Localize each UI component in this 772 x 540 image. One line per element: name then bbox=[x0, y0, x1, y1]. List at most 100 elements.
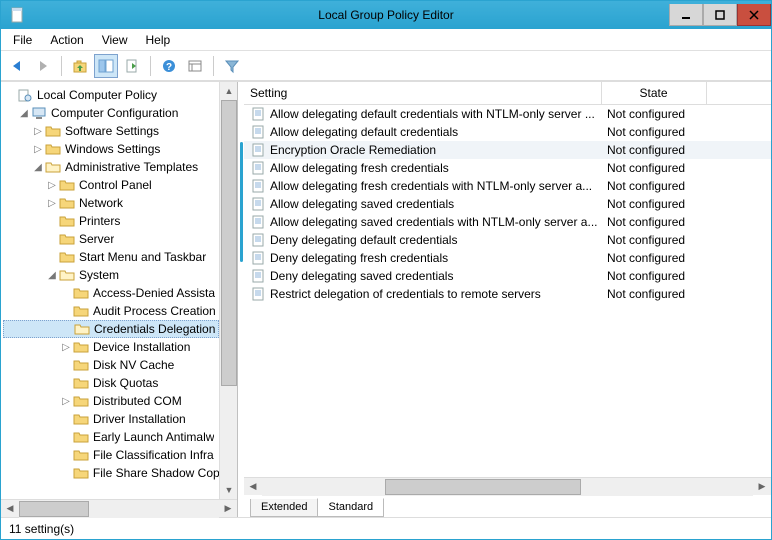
tree-twisty[interactable] bbox=[60, 324, 74, 335]
tree-twisty[interactable] bbox=[59, 450, 73, 461]
menu-file[interactable]: File bbox=[5, 31, 40, 49]
tree-node-net[interactable]: ▷Network bbox=[3, 194, 219, 212]
scroll-right-icon[interactable]: ▶ bbox=[753, 478, 771, 496]
help-button[interactable]: ? bbox=[157, 54, 181, 78]
col-blank[interactable] bbox=[706, 82, 771, 105]
setting-row[interactable]: Deny delegating fresh credentialsNot con… bbox=[244, 249, 771, 267]
tree-node-srv[interactable]: Server bbox=[3, 230, 219, 248]
tree-twisty[interactable]: ▷ bbox=[31, 144, 45, 155]
scroll-down-icon[interactable]: ▼ bbox=[220, 481, 238, 499]
tree-node-smt[interactable]: Start Menu and Taskbar bbox=[3, 248, 219, 266]
setting-name: Deny delegating fresh credentials bbox=[270, 251, 448, 265]
tree-node-dq[interactable]: Disk Quotas bbox=[3, 374, 219, 392]
tree-node-fssc[interactable]: File Share Shadow Cop bbox=[3, 464, 219, 482]
hscroll-thumb[interactable] bbox=[385, 479, 581, 495]
maximize-button[interactable] bbox=[703, 4, 737, 26]
folder-icon bbox=[59, 232, 75, 246]
setting-row[interactable]: Deny delegating default credentialsNot c… bbox=[244, 231, 771, 249]
tree-node-cp[interactable]: ▷Control Panel bbox=[3, 176, 219, 194]
setting-row[interactable]: Allow delegating fresh credentialsNot co… bbox=[244, 159, 771, 177]
minimize-button[interactable] bbox=[669, 4, 703, 26]
tree-node-cc[interactable]: ◢Computer Configuration bbox=[3, 104, 219, 122]
tree-twisty[interactable]: ▷ bbox=[59, 396, 73, 407]
tree-vscroll[interactable]: ▲ ▼ bbox=[219, 82, 237, 499]
tree-twisty[interactable] bbox=[59, 432, 73, 443]
tree-node-ws[interactable]: ▷ Windows Settings bbox=[3, 140, 219, 158]
forward-button[interactable] bbox=[31, 54, 55, 78]
close-button[interactable] bbox=[737, 4, 771, 26]
scroll-left-icon[interactable]: ◀ bbox=[1, 500, 19, 518]
tree-twisty[interactable]: ◢ bbox=[17, 108, 31, 119]
policy-tree[interactable]: Local Computer Policy◢Computer Configura… bbox=[1, 82, 219, 499]
view-tabs: Extended Standard bbox=[244, 495, 771, 517]
tree-twisty[interactable] bbox=[59, 288, 73, 299]
tree-node-di[interactable]: ▷Device Installation bbox=[3, 338, 219, 356]
tree-node-drvi[interactable]: Driver Installation bbox=[3, 410, 219, 428]
tree-node-pr[interactable]: Printers bbox=[3, 212, 219, 230]
setting-row[interactable]: Allow delegating fresh credentials with … bbox=[244, 177, 771, 195]
tab-extended[interactable]: Extended bbox=[250, 499, 318, 517]
tree-twisty[interactable]: ◢ bbox=[31, 162, 45, 173]
tree-node-at[interactable]: ◢Administrative Templates bbox=[3, 158, 219, 176]
scroll-up-icon[interactable]: ▲ bbox=[220, 82, 238, 100]
tree-twisty[interactable]: ◢ bbox=[45, 270, 59, 281]
tree-twisty[interactable] bbox=[59, 414, 73, 425]
tree-node-root[interactable]: Local Computer Policy bbox=[3, 86, 219, 104]
tree-node-elam[interactable]: Early Launch Antimalw bbox=[3, 428, 219, 446]
menu-view[interactable]: View bbox=[94, 31, 136, 49]
folder-icon bbox=[73, 358, 89, 372]
list-hscroll[interactable]: ◀ ▶ bbox=[244, 477, 771, 495]
tree-twisty[interactable] bbox=[59, 360, 73, 371]
menu-bar: File Action View Help bbox=[1, 29, 771, 51]
setting-row[interactable]: Allow delegating saved credentialsNot co… bbox=[244, 195, 771, 213]
tree-twisty[interactable] bbox=[59, 306, 73, 317]
col-state[interactable]: State bbox=[601, 82, 706, 105]
tree-twisty[interactable] bbox=[59, 378, 73, 389]
tree-twisty[interactable]: ▷ bbox=[45, 180, 59, 191]
settings-list[interactable]: Setting State Allow delegating default c… bbox=[244, 82, 771, 477]
tree-hscroll[interactable]: ◀ ▶ bbox=[1, 499, 237, 517]
tree-twisty[interactable] bbox=[59, 468, 73, 479]
tree-twisty[interactable] bbox=[45, 234, 59, 245]
col-setting[interactable]: Setting bbox=[244, 82, 601, 105]
vscroll-track[interactable] bbox=[220, 100, 237, 481]
setting-row[interactable]: Allow delegating saved credentials with … bbox=[244, 213, 771, 231]
vscroll-thumb[interactable] bbox=[221, 100, 237, 386]
show-button[interactable] bbox=[183, 54, 207, 78]
tree-twisty[interactable]: ▷ bbox=[31, 126, 45, 137]
tree-twisty[interactable]: ▷ bbox=[45, 198, 59, 209]
tree-node-sw[interactable]: ▷ Software Settings bbox=[3, 122, 219, 140]
options-button[interactable] bbox=[94, 54, 118, 78]
setting-row[interactable]: Restrict delegation of credentials to re… bbox=[244, 285, 771, 303]
tree-label: Windows Settings bbox=[65, 142, 160, 156]
back-button[interactable] bbox=[5, 54, 29, 78]
setting-row[interactable]: Deny delegating saved credentialsNot con… bbox=[244, 267, 771, 285]
tree-node-dcom[interactable]: ▷Distributed COM bbox=[3, 392, 219, 410]
folder-icon bbox=[45, 160, 61, 174]
hscroll-track[interactable] bbox=[19, 500, 219, 518]
menu-action[interactable]: Action bbox=[42, 31, 91, 49]
tree-node-ada[interactable]: Access-Denied Assista bbox=[3, 284, 219, 302]
filter-button[interactable] bbox=[220, 54, 244, 78]
tree-node-sys[interactable]: ◢System bbox=[3, 266, 219, 284]
tree-twisty[interactable]: ▷ bbox=[59, 342, 73, 353]
tree-node-cd[interactable]: Credentials Delegation bbox=[3, 320, 219, 338]
tree-node-fci[interactable]: File Classification Infra bbox=[3, 446, 219, 464]
hscroll-track[interactable] bbox=[262, 478, 753, 496]
tree-twisty[interactable] bbox=[45, 216, 59, 227]
scroll-left-icon[interactable]: ◀ bbox=[244, 478, 262, 496]
tree-node-dnv[interactable]: Disk NV Cache bbox=[3, 356, 219, 374]
menu-help[interactable]: Help bbox=[138, 31, 179, 49]
export-button[interactable] bbox=[120, 54, 144, 78]
tree-twisty[interactable] bbox=[45, 252, 59, 263]
tab-standard[interactable]: Standard bbox=[317, 498, 384, 517]
tree-twisty[interactable] bbox=[3, 90, 17, 101]
setting-row[interactable]: Allow delegating default credentialsNot … bbox=[244, 123, 771, 141]
setting-row[interactable]: Allow delegating default credentials wit… bbox=[244, 105, 771, 124]
hscroll-thumb[interactable] bbox=[19, 501, 89, 517]
tree-label: Software Settings bbox=[65, 124, 159, 138]
up-button[interactable] bbox=[68, 54, 92, 78]
tree-node-apc[interactable]: Audit Process Creation bbox=[3, 302, 219, 320]
setting-row[interactable]: Encryption Oracle RemediationNot configu… bbox=[244, 141, 771, 159]
scroll-right-icon[interactable]: ▶ bbox=[219, 500, 237, 518]
